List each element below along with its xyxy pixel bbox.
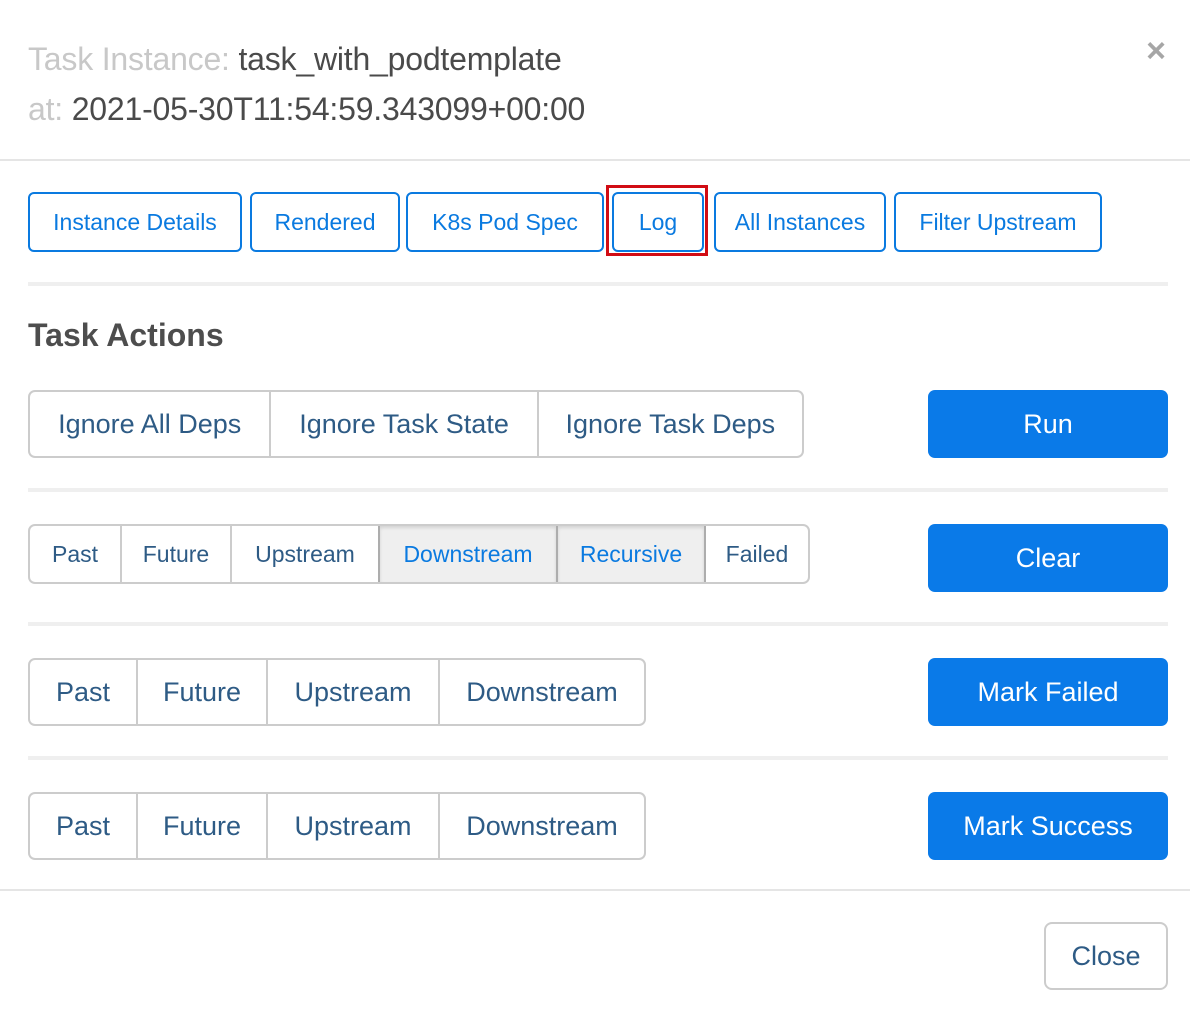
success-future-toggle[interactable]: Future: [136, 794, 266, 858]
clear-failed-toggle[interactable]: Failed: [704, 526, 808, 582]
clear-options-group: Past Future Upstream Downstream Recursiv…: [28, 524, 810, 584]
divider: [28, 488, 1168, 492]
mark-failed-button[interactable]: Mark Failed: [928, 658, 1168, 726]
ignore-all-deps-toggle[interactable]: Ignore All Deps: [30, 392, 269, 456]
divider: [28, 282, 1168, 286]
divider: [28, 756, 1168, 760]
ignore-task-state-toggle[interactable]: Ignore Task State: [269, 392, 536, 456]
instance-details-button[interactable]: Instance Details: [28, 192, 242, 252]
failed-upstream-toggle[interactable]: Upstream: [266, 660, 438, 724]
mark-success-button[interactable]: Mark Success: [928, 792, 1168, 860]
execution-date: 2021-05-30T11:54:59.343099+00:00: [71, 91, 586, 127]
log-button[interactable]: Log: [612, 192, 704, 252]
clear-recursive-toggle[interactable]: Recursive: [556, 526, 704, 582]
close-icon[interactable]: ×: [1141, 34, 1171, 68]
footer-divider: [0, 889, 1190, 891]
clear-future-toggle[interactable]: Future: [120, 526, 230, 582]
failed-future-toggle[interactable]: Future: [136, 660, 266, 724]
clear-button[interactable]: Clear: [928, 524, 1168, 592]
run-options-group: Ignore All Deps Ignore Task State Ignore…: [28, 390, 804, 458]
mark-failed-options-group: Past Future Upstream Downstream: [28, 658, 646, 726]
task-instance-label: Task Instance:: [28, 41, 230, 77]
task-id: task_with_podtemplate: [238, 41, 562, 77]
clear-upstream-toggle[interactable]: Upstream: [230, 526, 378, 582]
failed-downstream-toggle[interactable]: Downstream: [438, 660, 644, 724]
all-instances-button[interactable]: All Instances: [714, 192, 886, 252]
at-label: at:: [28, 91, 63, 127]
clear-past-toggle[interactable]: Past: [30, 526, 120, 582]
success-upstream-toggle[interactable]: Upstream: [266, 794, 438, 858]
success-past-toggle[interactable]: Past: [30, 794, 136, 858]
mark-success-options-group: Past Future Upstream Downstream: [28, 792, 646, 860]
modal-header: Task Instance: task_with_podtemplate at:…: [0, 0, 1190, 161]
rendered-button[interactable]: Rendered: [250, 192, 400, 252]
modal-title: Task Instance: task_with_podtemplate at:…: [28, 34, 585, 134]
clear-downstream-toggle[interactable]: Downstream: [378, 526, 556, 582]
close-button[interactable]: Close: [1044, 922, 1168, 990]
filter-upstream-button[interactable]: Filter Upstream: [894, 192, 1102, 252]
run-button[interactable]: Run: [928, 390, 1168, 458]
failed-past-toggle[interactable]: Past: [30, 660, 136, 724]
task-actions-title: Task Actions: [28, 317, 224, 353]
k8s-pod-spec-button[interactable]: K8s Pod Spec: [406, 192, 604, 252]
divider: [28, 622, 1168, 626]
success-downstream-toggle[interactable]: Downstream: [438, 794, 644, 858]
ignore-task-deps-toggle[interactable]: Ignore Task Deps: [536, 392, 802, 456]
